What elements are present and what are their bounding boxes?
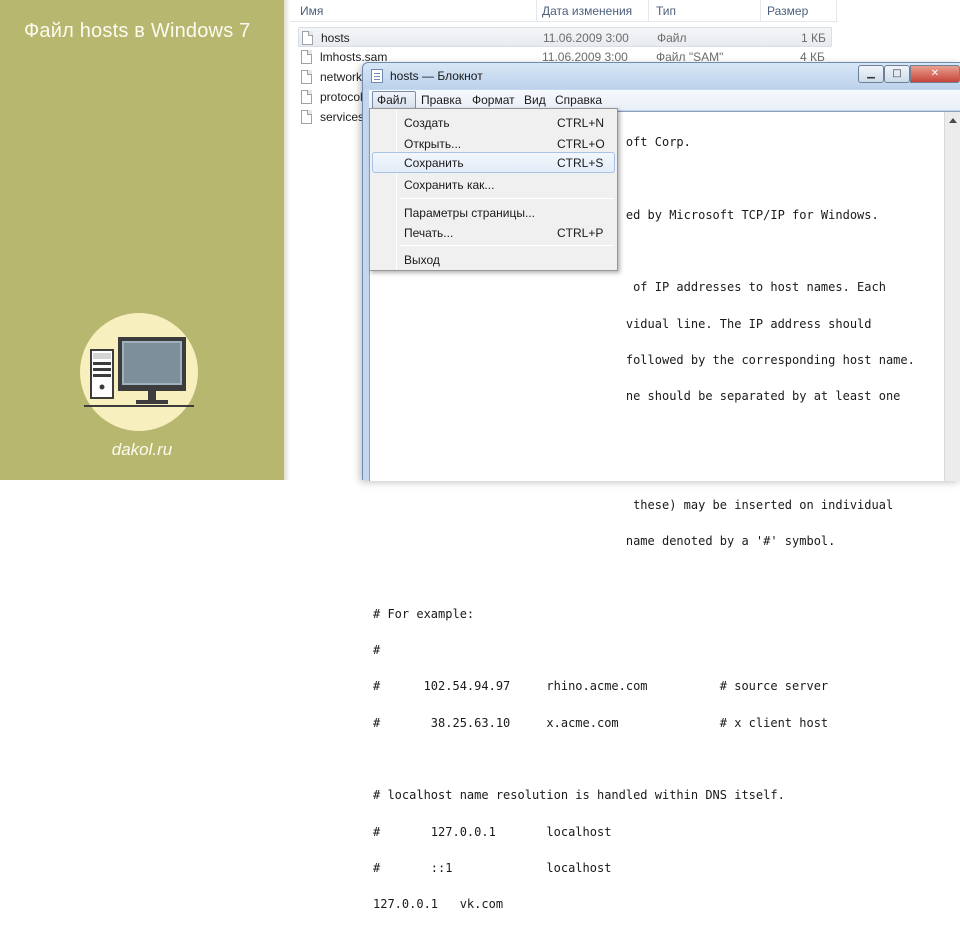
- text-line: # ::1 localhost: [373, 860, 612, 875]
- site-label: dakol.ru: [111, 440, 173, 459]
- text-line: # 38.25.63.10 x.acme.com # x client host: [373, 715, 829, 730]
- text-line: ne should be separated by at least one: [373, 389, 901, 404]
- maximize-button[interactable]: □: [884, 65, 910, 83]
- text-line: # 102.54.94.97 rhino.acme.com # source s…: [373, 679, 829, 694]
- column-type[interactable]: Тип: [656, 4, 676, 18]
- notepad-icon: [371, 69, 383, 83]
- text-line: # 127.0.0.1 localhost: [373, 824, 612, 839]
- minimize-button[interactable]: ▁: [858, 65, 884, 83]
- menu-item-save-as[interactable]: Сохранить как...: [372, 174, 615, 195]
- vertical-scrollbar[interactable]: [944, 112, 960, 481]
- column-size[interactable]: Размер: [767, 4, 808, 18]
- file-row-hosts[interactable]: hosts 11.06.2009 3:00 Файл 1 КБ: [298, 27, 832, 47]
- menu-view[interactable]: Вид: [524, 93, 546, 107]
- column-date[interactable]: Дата изменения: [542, 4, 632, 18]
- banner-panel: Файл hosts в Windows 7 dakol.ru: [0, 0, 284, 480]
- title-bar[interactable]: hosts — Блокнот ▁ □ ✕: [363, 63, 960, 89]
- text-line: [373, 753, 915, 765]
- menu-help[interactable]: Справка: [555, 93, 602, 107]
- file-icon: [301, 110, 312, 124]
- text-line: these) may be inserted on individual: [373, 498, 894, 512]
- text-line: followed by the corresponding host name.: [373, 352, 915, 367]
- text-line: 127.0.0.1 vk.com: [373, 897, 504, 912]
- text-line: name denoted by a '#' symbol.: [373, 534, 836, 549]
- menu-edit[interactable]: Правка: [421, 93, 462, 107]
- text-line: # localhost name resolution is handled w…: [373, 788, 785, 803]
- column-name[interactable]: Имя: [300, 4, 323, 18]
- text-line: [373, 426, 915, 438]
- text-line: of IP addresses to host names. Each: [373, 280, 886, 295]
- text-line: #: [373, 643, 381, 658]
- close-button[interactable]: ✕: [910, 65, 960, 83]
- scroll-up-icon[interactable]: [949, 118, 957, 123]
- banner-title: Файл hosts в Windows 7: [24, 20, 251, 42]
- text-line: [373, 463, 915, 475]
- menu-bar: Файл Правка Формат Вид Справка: [369, 90, 960, 110]
- file-icon: [301, 70, 312, 84]
- menu-item-open[interactable]: Открыть... CTRL+O: [372, 133, 615, 154]
- menu-file[interactable]: Файл: [377, 93, 407, 107]
- list-header: Имя Дата изменения Тип Размер: [290, 0, 838, 22]
- menu-item-save[interactable]: Сохранить CTRL+S: [372, 152, 615, 173]
- file-icon: [301, 90, 312, 104]
- file-icon: [302, 31, 313, 45]
- menu-item-exit[interactable]: Выход: [372, 249, 615, 270]
- computer-logo: [80, 313, 198, 431]
- text-line: vidual line. The IP address should: [373, 316, 872, 331]
- file-menu-dropdown: Создать CTRL+N Открыть... CTRL+O Сохрани…: [369, 108, 618, 271]
- text-line: [373, 572, 915, 584]
- menu-separator: [400, 198, 614, 199]
- computer-icon: [84, 337, 194, 407]
- menu-item-page-setup[interactable]: Параметры страницы...: [372, 202, 615, 223]
- menu-separator: [400, 245, 614, 246]
- menu-item-print[interactable]: Печать... CTRL+P: [372, 222, 615, 243]
- menu-item-new[interactable]: Создать CTRL+N: [372, 112, 615, 133]
- window-title: hosts — Блокнот: [390, 69, 483, 83]
- file-icon: [301, 50, 312, 64]
- text-line: # For example:: [373, 606, 475, 621]
- menu-format[interactable]: Формат: [472, 93, 515, 107]
